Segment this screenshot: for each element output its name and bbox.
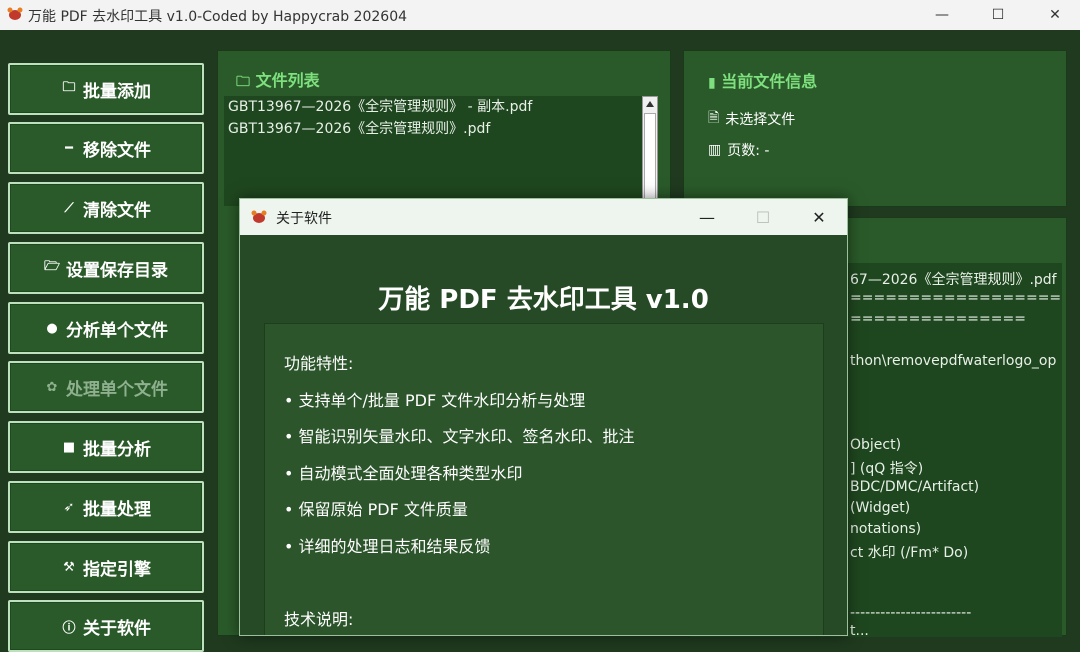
- maximize-button[interactable]: ☐: [975, 0, 1021, 30]
- sidebar-button-2[interactable]: ━ 移除文件: [8, 122, 204, 174]
- feature-item: • 自动模式全面处理各种类型水印: [284, 464, 523, 483]
- sidebar-button-label: 指定引擎: [83, 559, 151, 580]
- window-titlebar: 万能 PDF 去水印工具 v1.0-Coded by Happycrab 202…: [0, 0, 1080, 30]
- window-title: 万能 PDF 去水印工具 v1.0-Coded by Happycrab 202…: [28, 9, 408, 25]
- about-dialog: 关于软件 — ☐ ✕ 万能 PDF 去水印工具 v1.0 功能特性: • 支持单…: [239, 198, 848, 636]
- feature-item: • 智能识别矢量水印、文字水印、签名水印、批注: [284, 427, 635, 446]
- log-line: notations): [850, 521, 922, 537]
- file-list-item[interactable]: GBT13967—2026《全宗管理规则》.pdf: [224, 118, 642, 140]
- file-list-title-text: 文件列表: [255, 71, 320, 90]
- wrench-icon: ⚒: [63, 559, 75, 575]
- log-line: ] (qQ 指令): [850, 461, 924, 477]
- folder-icon: 🗀: [236, 74, 250, 90]
- save-icon: ■: [62, 439, 76, 455]
- log-line: 67—2026《全宗管理规则》.pdf: [850, 272, 1057, 288]
- document-icon: ▮: [708, 75, 716, 91]
- sidebar-button-label: 处理单个文件: [66, 379, 168, 400]
- file-name-value: 未选择文件: [725, 112, 796, 128]
- sidebar-button-3[interactable]: ⟋ 清除文件: [8, 182, 204, 234]
- about-dialog-title: 关于软件: [276, 211, 332, 227]
- sidebar-button-4[interactable]: 🗁 设置保存目录: [8, 242, 204, 294]
- sidebar-button-label: 批量分析: [83, 439, 151, 460]
- sidebar-button-1[interactable]: 🗀 批量添加: [8, 63, 204, 115]
- log-line: ct 水印 (/Fm* Do): [850, 545, 969, 561]
- sidebar-button-label: 批量处理: [83, 499, 151, 520]
- log-line: ========================: [850, 290, 1062, 306]
- sidebar-button-label: 分析单个文件: [66, 320, 168, 341]
- info-icon: ⓘ: [62, 620, 76, 636]
- file-name-row: 🗎 未选择文件: [708, 107, 795, 131]
- about-heading: 万能 PDF 去水印工具 v1.0: [378, 285, 709, 315]
- app-logo-icon: [7, 7, 23, 20]
- minimize-button[interactable]: —: [919, 0, 965, 30]
- sidebar-button-label: 批量添加: [83, 81, 151, 102]
- minus-icon: ━: [65, 140, 73, 156]
- file-list-scrollbar[interactable]: [642, 96, 658, 206]
- file-list-box[interactable]: GBT13967—2026《全宗管理规则》 - 副本.pdf GBT13967—…: [224, 96, 642, 206]
- file-list-title: 🗀 文件列表: [236, 67, 320, 95]
- log-line: t...: [850, 623, 869, 637]
- log-line: (Widget): [850, 500, 911, 516]
- feature-item: • 支持单个/批量 PDF 文件水印分析与处理: [284, 391, 586, 410]
- scroll-up-icon[interactable]: [646, 101, 654, 107]
- page-count-row: ▥ 页数: -: [708, 140, 769, 160]
- scroll-thumb[interactable]: [644, 113, 656, 203]
- features-title: 功能特性:: [284, 354, 354, 373]
- sidebar-button-5[interactable]: ● 分析单个文件: [8, 302, 204, 354]
- gear-icon: ✿: [46, 379, 58, 395]
- log-line: Object): [850, 437, 902, 453]
- folder-open-icon: 🗁: [44, 259, 61, 274]
- file-list-item[interactable]: GBT13967—2026《全宗管理规则》 - 副本.pdf: [224, 96, 642, 118]
- file-info-title: ▮ 当前文件信息: [708, 68, 817, 92]
- about-dialog-titlebar: 关于软件 — ☐ ✕: [240, 199, 847, 235]
- dialog-maximize-button[interactable]: ☐: [735, 199, 791, 235]
- log-line: BDC/DMC/Artifact): [850, 479, 980, 495]
- feature-item: • 保留原始 PDF 文件质量: [284, 500, 468, 519]
- log-line: ===============: [850, 311, 1026, 327]
- file-info-panel: ▮ 当前文件信息 🗎 未选择文件 ▥ 页数: -: [683, 50, 1067, 207]
- file-info-title-text: 当前文件信息: [721, 72, 818, 91]
- feature-item: • 详细的处理日志和结果反馈: [284, 537, 491, 556]
- dialog-minimize-button[interactable]: —: [679, 199, 735, 235]
- about-content: 功能特性: • 支持单个/批量 PDF 文件水印分析与处理 • 智能识别矢量水印…: [264, 323, 824, 635]
- rocket-icon: ➶: [63, 499, 75, 515]
- sidebar-button-label: 设置保存目录: [66, 260, 168, 281]
- sidebar-button-label: 移除文件: [83, 140, 151, 161]
- sidebar-button-6[interactable]: ✿ 处理单个文件: [8, 361, 204, 413]
- brush-icon: ⟋: [64, 200, 74, 216]
- page-count-value: 页数: -: [727, 143, 770, 159]
- app-logo-icon: [251, 210, 267, 223]
- search-icon: ●: [46, 320, 58, 336]
- log-line: ------------------------: [850, 605, 972, 621]
- sidebar-button-label: 清除文件: [83, 200, 151, 221]
- sidebar-button-7[interactable]: ■ 批量分析: [8, 421, 204, 473]
- tech-title: 技术说明:: [284, 610, 354, 629]
- file-icon: 🗎: [708, 110, 720, 126]
- sidebar-button-label: 关于软件: [83, 618, 151, 639]
- bar-chart-icon: ▥: [708, 142, 722, 158]
- dialog-close-button[interactable]: ✕: [791, 199, 847, 235]
- sidebar-button-9[interactable]: ⚒ 指定引擎: [8, 541, 204, 593]
- close-button[interactable]: ✕: [1032, 0, 1078, 30]
- sidebar-button-8[interactable]: ➶ 批量处理: [8, 481, 204, 533]
- log-line: thon\removepdfwaterlogo_op: [850, 353, 1057, 369]
- sidebar-button-10[interactable]: ⓘ 关于软件: [8, 600, 204, 652]
- folder-icon: 🗀: [62, 80, 76, 95]
